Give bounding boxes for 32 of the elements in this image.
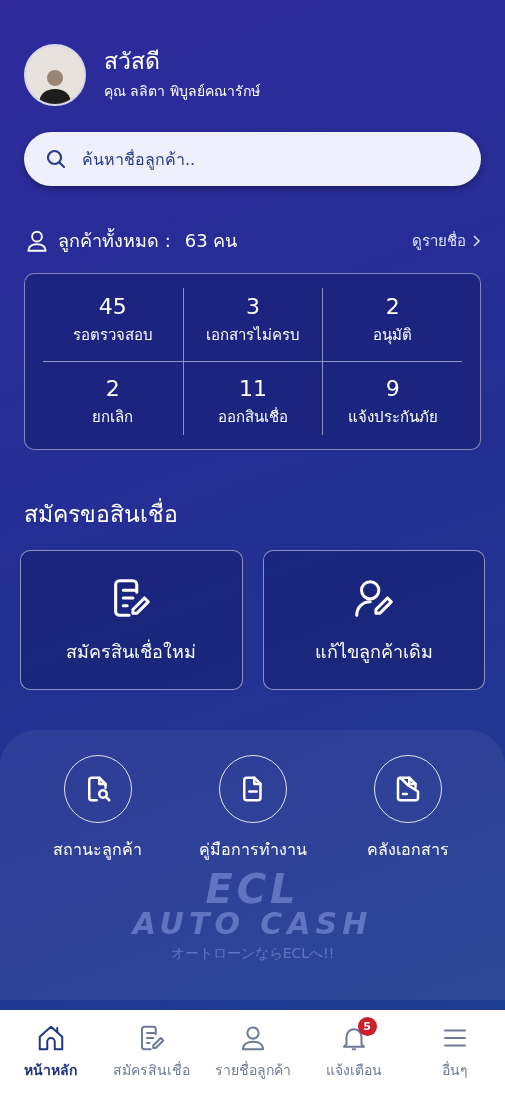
stat-count: 45 — [98, 294, 127, 319]
user-name: คุณ ลลิตา พิบูลย์คณารักษ์ — [104, 81, 260, 102]
stat-label: เอกสารไม่ครบ — [206, 325, 300, 346]
shortcut-button[interactable]: คู่มือการทำงาน — [175, 754, 330, 863]
action-card[interactable]: สมัครสินเชื่อใหม่ — [20, 550, 243, 690]
action-card[interactable]: แก้ไขลูกค้าเดิม — [262, 550, 485, 690]
nav-tab[interactable]: หน้าหลัก — [24, 1023, 77, 1081]
stat-count: 2 — [385, 294, 400, 319]
shortcut-button[interactable]: สถานะลูกค้า — [20, 754, 175, 863]
stat-count: 2 — [105, 376, 120, 401]
nav-tab[interactable]: รายชื่อลูกค้า — [214, 1023, 291, 1081]
stat-count: 11 — [239, 376, 267, 401]
stat-label: อนุมัติ — [373, 325, 413, 347]
greeting: สวัสดี — [104, 48, 161, 76]
stat-label: ยกเลิก — [92, 407, 134, 428]
search-bar[interactable]: ค้นหาชื่อลูกค้า.. — [24, 132, 481, 186]
section-title: สมัครขอสินเชื่อ — [24, 496, 481, 532]
stat-label: ออกสินเชื่อ — [218, 406, 288, 428]
stat-count: 3 — [246, 294, 260, 319]
view-list-link[interactable]: ดูรายชื่อ — [412, 228, 481, 253]
nav-tab[interactable]: อื่นๆ — [439, 1023, 470, 1081]
nav-tab[interactable]: สมัครสินเชื่อ — [113, 1023, 190, 1081]
total-customers-count: 63 คน — [184, 229, 238, 253]
chevron-right-icon — [472, 233, 481, 248]
stat-label: รอตรวจสอบ — [72, 325, 153, 346]
shortcut-button[interactable]: คลังเอกสาร — [330, 754, 485, 863]
notification-badge: 5 — [357, 1017, 377, 1036]
total-customers-label: ลูกค้าทั้งหมด : — [58, 227, 171, 254]
search-field[interactable]: ค้นหาชื่อลูกค้า.. — [80, 148, 461, 170]
search-icon — [44, 147, 68, 171]
stat-count: 9 — [385, 376, 400, 401]
stat-label: แจ้งประกันภัย — [347, 407, 438, 428]
